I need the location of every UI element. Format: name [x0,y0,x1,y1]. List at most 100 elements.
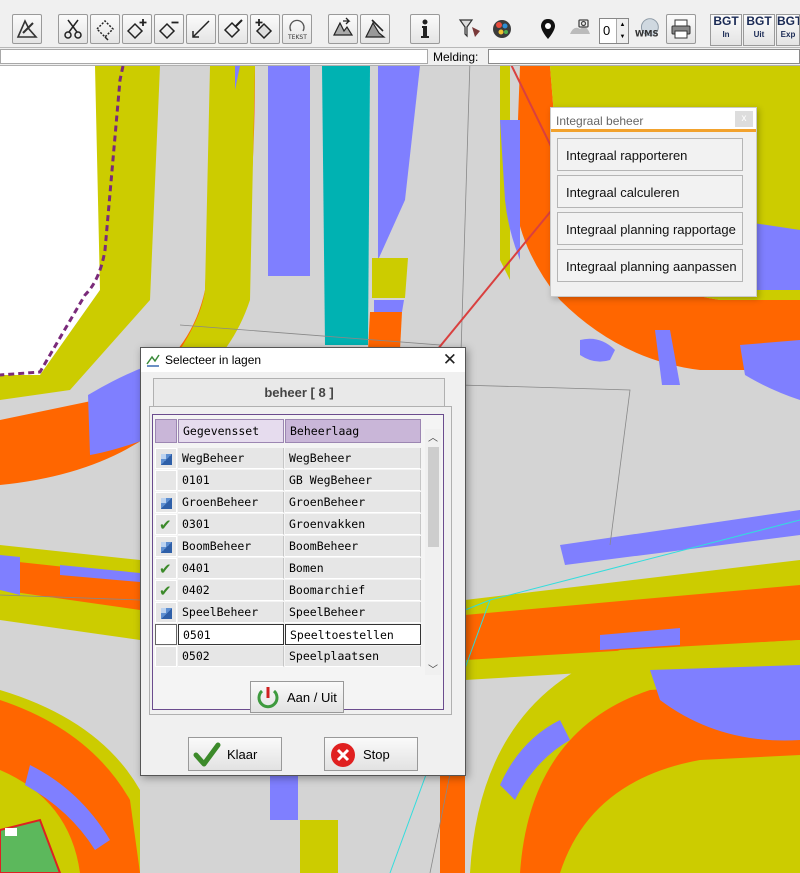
klaar-label: Klaar [227,747,258,762]
camera-icon[interactable] [565,14,595,44]
add-shape-icon[interactable] [250,14,280,44]
layers-grid[interactable]: Gegevensset Beheerlaag WegBeheer WegBehee… [155,419,423,673]
melding-field[interactable] [488,49,800,64]
close-icon[interactable]: x [735,111,753,127]
bgt-export-sub: Uit [753,30,765,39]
menu-item-integraal-rapporteren[interactable]: Integraal rapporteren [557,138,743,171]
draw-line-icon[interactable] [186,14,216,44]
cell-gegevensset[interactable]: WegBeheer [178,448,284,469]
row-select-cell[interactable] [155,624,177,645]
scroll-thumb[interactable] [428,447,439,547]
integraal-beheer-title: Integraal beheer [556,114,644,128]
row-select-cell[interactable] [155,470,177,491]
wms-icon[interactable]: WMS [632,14,664,44]
cell-gegevensset[interactable]: 0502 [178,646,284,667]
cell-gegevensset[interactable]: SpeelBeheer [178,602,284,623]
layer-group-icon [161,498,172,509]
cell-beheerlaag[interactable]: Speelplaatsen [285,646,421,667]
spinner-arrows[interactable]: ▲ ▼ [616,19,628,43]
cell-beheerlaag[interactable]: Bomen [285,558,421,579]
cell-beheerlaag[interactable]: Speeltoestellen [285,624,421,645]
table-row[interactable]: GroenBeheer GroenBeheer [155,492,423,514]
remove-vertex-icon[interactable] [154,14,184,44]
bgt-import-button[interactable]: BGT In [710,14,742,46]
column-header-beheerlaag[interactable]: Beheerlaag [285,419,421,443]
cell-beheerlaag[interactable]: WegBeheer [285,448,421,469]
row-select-cell[interactable] [155,646,177,667]
row-select-cell[interactable] [155,448,177,469]
table-row[interactable]: SpeelBeheer SpeelBeheer [155,602,423,624]
bgt-extra-label: BGT [777,14,800,28]
klaar-button[interactable]: Klaar [188,737,282,771]
cell-gegevensset[interactable]: 0401 [178,558,284,579]
table-row[interactable]: BoomBeheer BoomBeheer [155,536,423,558]
attribute-edit-icon[interactable] [360,14,390,44]
location-pin-icon[interactable] [533,14,563,44]
cell-gegevensset[interactable]: BoomBeheer [178,536,284,557]
grid-scrollbar[interactable]: ︿ ﹀ [425,429,441,676]
cell-beheerlaag[interactable]: BoomBeheer [285,536,421,557]
table-row[interactable]: 0101 GB WegBeheer [155,470,423,492]
table-row[interactable]: ✔ 0402 Boomarchief [155,580,423,602]
row-select-cell[interactable] [155,536,177,557]
edit-map-icon[interactable] [12,14,42,44]
menu-item-integraal-planning-rapportage[interactable]: Integraal planning rapportage [557,212,743,245]
edit-polygon-icon[interactable] [90,14,120,44]
bgt-import-sub: In [722,30,730,39]
edit-shape-icon[interactable] [218,14,248,44]
table-row[interactable]: 0502 Speelplaatsen [155,646,423,668]
bgt-export-label: BGT [746,14,772,28]
checkmark-icon: ✔ [159,560,172,578]
tab-beheer[interactable]: beheer [ 8 ] [153,378,445,406]
cut-icon[interactable] [58,14,88,44]
menu-item-integraal-planning-aanpassen[interactable]: Integraal planning aanpassen [557,249,743,282]
row-select-cell[interactable]: ✔ [155,558,177,579]
scroll-down-icon[interactable]: ﹀ [425,661,441,676]
scroll-up-icon[interactable]: ︿ [425,429,441,444]
table-row[interactable]: ✔ 0401 Bomen [155,558,423,580]
cell-beheerlaag[interactable]: SpeelBeheer [285,602,421,623]
row-select-cell[interactable] [155,492,177,513]
close-icon[interactable]: ✕ [443,350,457,370]
add-vertex-icon[interactable] [122,14,152,44]
layer-group-icon [161,542,172,553]
cell-gegevensset[interactable]: 0402 [178,580,284,601]
text-rotate-icon[interactable]: TEKST [282,14,312,44]
header-select-cell[interactable] [155,419,177,443]
info-icon[interactable] [410,14,440,44]
column-header-gegevensset[interactable]: Gegevensset [178,419,284,443]
table-row[interactable]: 0501 Speeltoestellen [155,624,423,646]
cell-beheerlaag[interactable]: GB WegBeheer [285,470,421,491]
filter-icon[interactable] [455,14,485,44]
checkmark-icon: ✔ [159,582,172,600]
print-icon[interactable] [666,14,696,44]
row-select-cell[interactable]: ✔ [155,580,177,601]
zoom-level-spinner[interactable]: 0 ▲ ▼ [599,18,629,44]
dialog-titlebar[interactable]: Selecteer in lagen ✕ [141,348,465,372]
stop-button[interactable]: Stop [324,737,418,771]
zoom-level-value: 0 [603,23,611,38]
cell-gegevensset[interactable]: 0101 [178,470,284,491]
checkmark-icon [193,742,221,767]
bgt-export-button[interactable]: BGT Uit [743,14,775,46]
row-select-cell[interactable]: ✔ [155,514,177,535]
cell-gegevensset[interactable]: GroenBeheer [178,492,284,513]
power-icon [257,687,279,709]
toggle-on-off-button[interactable]: Aan / Uit [250,681,344,713]
integraal-beheer-icon[interactable] [487,14,517,44]
table-row[interactable]: ✔ 0301 Groenvakken [155,514,423,536]
row-select-cell[interactable] [155,602,177,623]
integraal-beheer-menu: Integraal beheer x Integraal rapporteren… [550,107,757,297]
cell-beheerlaag[interactable]: Boomarchief [285,580,421,601]
bgt-import-label: BGT [713,14,739,28]
status-bar: Melding: [0,48,800,66]
move-icon[interactable] [328,14,358,44]
cell-beheerlaag[interactable]: Groenvakken [285,514,421,535]
table-row[interactable]: WegBeheer WegBeheer [155,448,423,470]
cell-beheerlaag[interactable]: GroenBeheer [285,492,421,513]
cell-gegevensset[interactable]: 0301 [178,514,284,535]
menu-item-integraal-calculeren[interactable]: Integraal calculeren [557,175,743,208]
cell-gegevensset[interactable]: 0501 [178,624,284,645]
bgt-extra-button[interactable]: BGT Exp [776,14,800,46]
stop-icon [331,743,355,767]
